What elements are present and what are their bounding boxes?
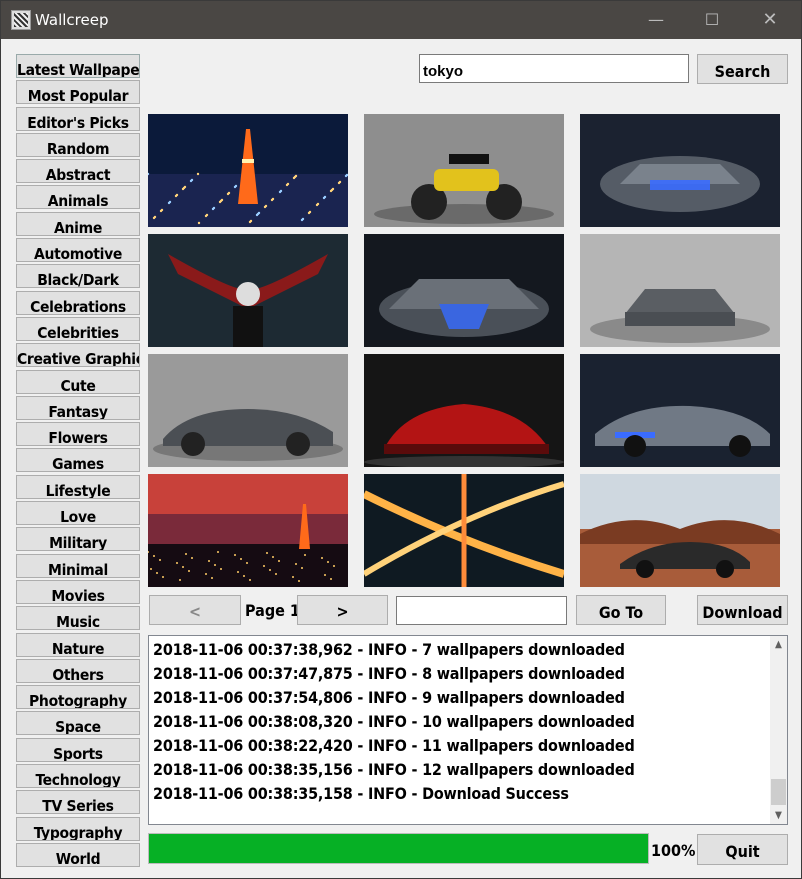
category-button-abstract[interactable]: Abstract xyxy=(16,159,140,184)
acura-nsx-thumbnail[interactable] xyxy=(580,474,780,587)
app-logo-icon xyxy=(11,10,31,30)
category-button-tv-series[interactable]: TV Series xyxy=(16,790,140,815)
category-button-creative-graphics[interactable]: Creative Graphics xyxy=(16,343,140,368)
goto-page-input[interactable] xyxy=(396,596,567,625)
category-button-lifestyle[interactable]: Lifestyle xyxy=(16,474,140,499)
title-bar[interactable]: Wallcreep — ☐ ✕ xyxy=(1,1,801,39)
category-button-love[interactable]: Love xyxy=(16,501,140,526)
mazda-vision-thumbnail[interactable] xyxy=(148,354,348,467)
category-button-technology[interactable]: Technology xyxy=(16,764,140,789)
category-button-black-dark[interactable]: Black/Dark xyxy=(16,264,140,289)
maximize-button[interactable]: ☐ xyxy=(689,1,735,39)
category-button-flowers[interactable]: Flowers xyxy=(16,422,140,447)
category-button-cute[interactable]: Cute xyxy=(16,369,140,394)
goto-button[interactable]: Go To xyxy=(576,595,666,625)
log-line: 2018-11-06 00:37:38,962 - INFO - 7 wallp… xyxy=(153,640,625,659)
search-input[interactable] xyxy=(419,54,689,83)
category-button-others[interactable]: Others xyxy=(16,658,140,683)
log-line: 2018-11-06 00:37:47,875 - INFO - 8 wallp… xyxy=(153,664,625,683)
category-button-latest-wallpapers[interactable]: Latest Wallpapers xyxy=(16,54,140,78)
prev-page-button[interactable]: < xyxy=(149,595,241,625)
category-button-anime[interactable]: Anime xyxy=(16,211,140,236)
log-line: 2018-11-06 00:38:35,158 - INFO - Downloa… xyxy=(153,784,569,803)
highway-interchange-thumbnail[interactable] xyxy=(364,474,564,587)
quit-button[interactable]: Quit xyxy=(697,834,788,865)
category-button-celebrations[interactable]: Celebrations xyxy=(16,290,140,315)
download-progress-bar xyxy=(148,833,649,864)
red-mazda-thumbnail[interactable] xyxy=(364,354,564,467)
log-line: 2018-11-06 00:38:08,320 - INFO - 10 wall… xyxy=(153,712,635,731)
category-button-movies[interactable]: Movies xyxy=(16,579,140,604)
category-button-music[interactable]: Music xyxy=(16,606,140,631)
progress-percent: 100% xyxy=(651,841,696,860)
category-button-world[interactable]: World xyxy=(16,842,140,867)
motorcycle-thumbnail[interactable] xyxy=(364,114,564,227)
category-button-nature[interactable]: Nature xyxy=(16,632,140,657)
minimize-button[interactable]: — xyxy=(633,1,679,39)
category-button-photography[interactable]: Photography xyxy=(16,685,140,710)
log-scrollbar[interactable]: ▲ ▼ xyxy=(770,636,787,824)
category-list: Latest WallpapersMost PopularEditor's Pi… xyxy=(16,54,140,869)
close-button[interactable]: ✕ xyxy=(747,1,793,39)
progress-fill xyxy=(149,834,648,863)
category-button-typography[interactable]: Typography xyxy=(16,816,140,841)
category-button-space[interactable]: Space xyxy=(16,711,140,736)
category-button-games[interactable]: Games xyxy=(16,448,140,473)
search-button[interactable]: Search xyxy=(697,54,788,84)
mazda-front-thumbnail[interactable] xyxy=(580,234,780,347)
tokyo-sunset-thumbnail[interactable] xyxy=(148,474,348,587)
category-button-editor-s-picks[interactable]: Editor's Picks xyxy=(16,106,140,131)
category-button-minimal[interactable]: Minimal xyxy=(16,553,140,578)
log-output[interactable]: 2018-11-06 00:37:38,962 - INFO - 7 wallp… xyxy=(148,635,788,825)
anime-character-thumbnail[interactable] xyxy=(148,234,348,347)
lexus-silver-thumbnail[interactable] xyxy=(580,354,780,467)
category-button-military[interactable]: Military xyxy=(16,527,140,552)
window-title: Wallcreep xyxy=(35,11,109,29)
category-button-sports[interactable]: Sports xyxy=(16,737,140,762)
category-button-celebrities[interactable]: Celebrities xyxy=(16,316,140,341)
category-button-automotive[interactable]: Automotive xyxy=(16,238,140,263)
log-line: 2018-11-06 00:38:35,156 - INFO - 12 wall… xyxy=(153,760,635,779)
page-label: Page 1 xyxy=(245,601,300,620)
category-button-animals[interactable]: Animals xyxy=(16,185,140,210)
tokyo-tower-night-thumbnail[interactable] xyxy=(148,114,348,227)
lexus-concept-thumbnail[interactable] xyxy=(580,114,780,227)
scroll-thumb[interactable] xyxy=(771,779,786,805)
lexus-front-thumbnail[interactable] xyxy=(364,234,564,347)
log-line: 2018-11-06 00:38:22,420 - INFO - 11 wall… xyxy=(153,736,635,755)
log-line: 2018-11-06 00:37:54,806 - INFO - 9 wallp… xyxy=(153,688,625,707)
scroll-up-icon[interactable]: ▲ xyxy=(770,636,787,653)
category-button-random[interactable]: Random xyxy=(16,132,140,157)
app-window: Wallcreep — ☐ ✕ Latest WallpapersMost Po… xyxy=(0,0,802,879)
download-button[interactable]: Download xyxy=(697,595,788,625)
category-button-most-popular[interactable]: Most Popular xyxy=(16,80,140,105)
scroll-down-icon[interactable]: ▼ xyxy=(770,807,787,824)
next-page-button[interactable]: > xyxy=(297,595,388,625)
category-button-fantasy[interactable]: Fantasy xyxy=(16,395,140,420)
